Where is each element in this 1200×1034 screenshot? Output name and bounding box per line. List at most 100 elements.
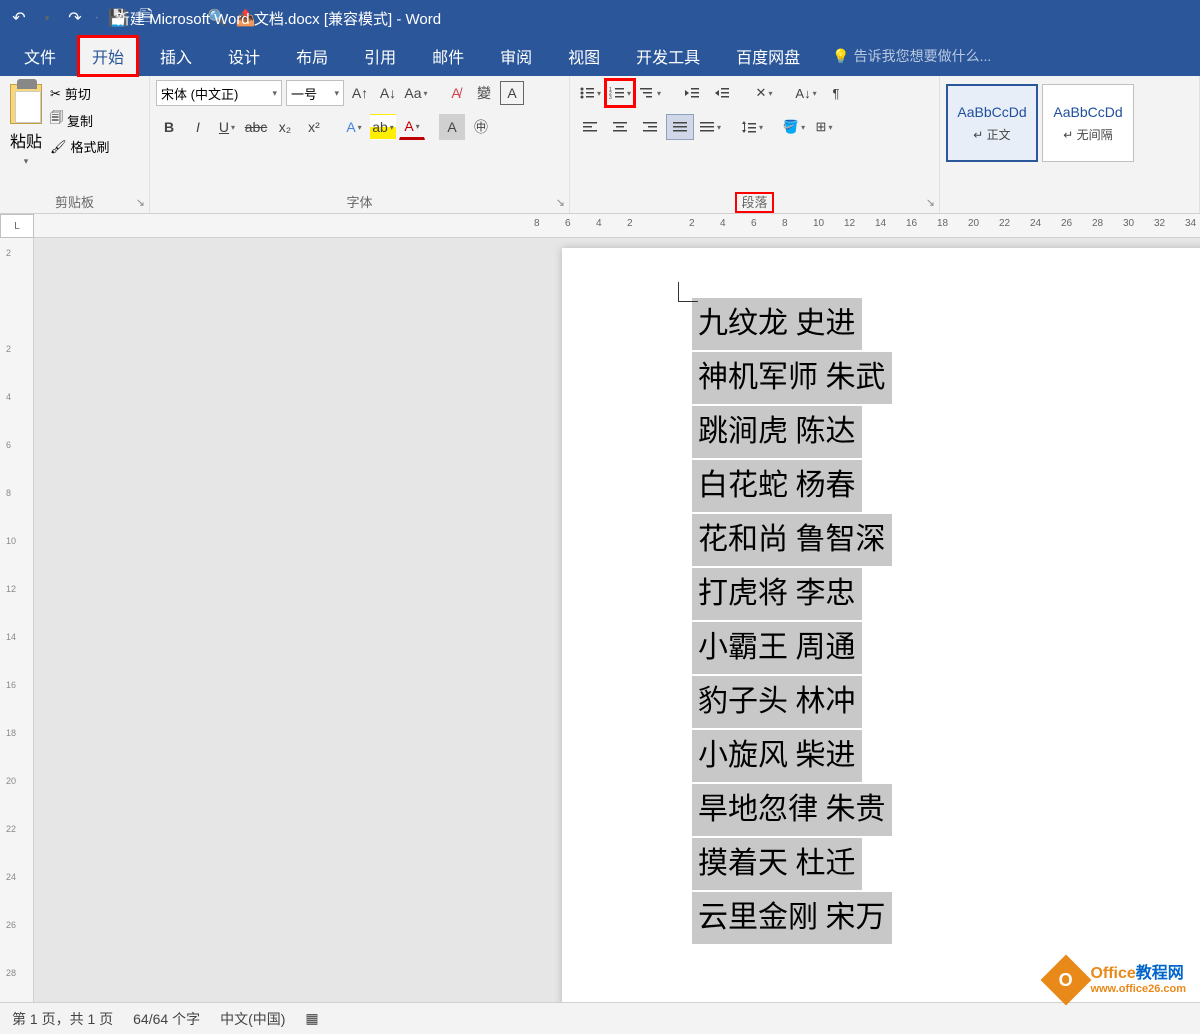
sort-button[interactable]: A↓ xyxy=(792,80,820,106)
ruler-tick: 28 xyxy=(6,968,16,978)
tab-home[interactable]: 开始 xyxy=(78,36,138,76)
document-line[interactable]: 神机军师 朱武 xyxy=(692,352,892,404)
document-line[interactable]: 小旋风 柴进 xyxy=(692,730,862,782)
document-line[interactable]: 旱地忽律 朱贵 xyxy=(692,784,892,836)
style-preview-normal: AaBbCcDd xyxy=(957,104,1026,120)
grow-font-button[interactable]: A↑ xyxy=(348,81,372,105)
style-normal[interactable]: AaBbCcDd ↵ 正文 xyxy=(946,84,1038,162)
window-title: 新建 Microsoft Word 文档.docx [兼容模式] - Word xyxy=(0,8,608,29)
group-font: 宋体 (中文正)▾ 一号▾ A↑ A↓ Aa A̸ 變 A B I U abc … xyxy=(150,76,570,213)
tab-mailings[interactable]: 邮件 xyxy=(418,36,478,76)
tab-insert[interactable]: 插入 xyxy=(146,36,206,76)
status-words[interactable]: 64/64 个字 xyxy=(133,1009,200,1029)
document-viewport[interactable]: 九纹龙 史进神机军师 朱武跳涧虎 陈达白花蛇 杨春花和尚 鲁智深打虎将 李忠小霸… xyxy=(34,238,1200,1002)
clipboard-launcher[interactable]: ↘ xyxy=(136,196,145,209)
decrease-indent-button[interactable] xyxy=(678,80,706,106)
ruler-tick: 8 xyxy=(6,488,11,498)
tab-layout[interactable]: 布局 xyxy=(282,36,342,76)
numbering-button[interactable]: 123 xyxy=(606,80,634,106)
paragraph-group-label: 段落 xyxy=(570,188,939,213)
italic-button[interactable]: I xyxy=(185,114,211,140)
document-line[interactable]: 九纹龙 史进 xyxy=(692,298,862,350)
increase-indent-button[interactable] xyxy=(708,80,736,106)
change-case-button[interactable]: Aa xyxy=(404,81,428,105)
font-name-combo[interactable]: 宋体 (中文正)▾ xyxy=(156,80,282,106)
bold-button[interactable]: B xyxy=(156,114,182,140)
tab-baidu[interactable]: 百度网盘 xyxy=(722,36,814,76)
asian-layout-button[interactable]: ✕ xyxy=(750,80,778,106)
align-right-button[interactable] xyxy=(636,114,664,140)
ruler-tick: 18 xyxy=(6,728,16,738)
strikethrough-button[interactable]: abc xyxy=(243,114,269,140)
tab-references[interactable]: 引用 xyxy=(350,36,410,76)
ruler-tick: 26 xyxy=(1061,218,1072,229)
subscript-button[interactable]: x₂ xyxy=(272,114,298,140)
ruler-tick: 4 xyxy=(720,218,726,229)
document-line[interactable]: 摸着天 杜迁 xyxy=(692,838,862,890)
font-launcher[interactable]: ↘ xyxy=(556,196,565,209)
highlight-button[interactable]: ab xyxy=(370,114,396,140)
ruler-tick: 22 xyxy=(999,218,1010,229)
character-border-button[interactable]: A xyxy=(500,81,524,105)
format-painter-button[interactable]: 🖌 格式刷 xyxy=(50,137,110,156)
paragraph-launcher[interactable]: ↘ xyxy=(926,196,935,209)
font-size-combo[interactable]: 一号▾ xyxy=(286,80,344,106)
tell-me-search[interactable]: 💡 告诉我您想要做什么... xyxy=(832,46,991,66)
tab-developer[interactable]: 开发工具 xyxy=(622,36,714,76)
cut-button[interactable]: ✂ 剪切 xyxy=(50,84,110,103)
vertical-ruler[interactable]: 2246810121416182022242628 xyxy=(0,238,34,1002)
ruler-tick: 28 xyxy=(1092,218,1103,229)
document-page[interactable]: 九纹龙 史进神机军师 朱武跳涧虎 陈达白花蛇 杨春花和尚 鲁智深打虎将 李忠小霸… xyxy=(562,248,1200,1002)
group-paragraph: 123 ✕ A↓ ¶ xyxy=(570,76,940,213)
shrink-font-button[interactable]: A↓ xyxy=(376,81,400,105)
character-shading-button[interactable]: A xyxy=(439,114,465,140)
ruler-tick: 12 xyxy=(6,584,16,594)
style-no-spacing[interactable]: AaBbCcDd ↵ 无间隔 xyxy=(1042,84,1134,162)
clear-formatting-button[interactable]: A̸ xyxy=(444,81,468,105)
document-line[interactable]: 小霸王 周通 xyxy=(692,622,862,674)
font-group-label: 字体 xyxy=(150,188,569,213)
enclose-characters-button[interactable]: ㊥ xyxy=(468,114,494,140)
tab-review[interactable]: 审阅 xyxy=(486,36,546,76)
status-page[interactable]: 第 1 页，共 1 页 xyxy=(12,1009,113,1029)
document-line[interactable]: 云里金刚 宋万 xyxy=(692,892,892,944)
underline-button[interactable]: U xyxy=(214,114,240,140)
document-line[interactable]: 打虎将 李忠 xyxy=(692,568,862,620)
text-effects-button[interactable]: A xyxy=(341,114,367,140)
clipboard-group-label: 剪贴板 xyxy=(0,188,149,213)
copy-button[interactable]: 🗐 复制 xyxy=(50,109,110,131)
ruler-tick: 6 xyxy=(6,440,11,450)
show-marks-button[interactable]: ¶ xyxy=(822,80,850,106)
font-size-value: 一号 xyxy=(291,84,317,103)
bullets-button[interactable] xyxy=(576,80,604,106)
multilevel-list-button[interactable] xyxy=(636,80,664,106)
style-name-nospacing: ↵ 无间隔 xyxy=(1063,126,1112,143)
align-center-button[interactable] xyxy=(606,114,634,140)
shading-button[interactable]: 🪣 xyxy=(780,114,808,140)
align-distributed-button[interactable] xyxy=(696,114,724,140)
line-spacing-button[interactable] xyxy=(738,114,766,140)
align-left-button[interactable] xyxy=(576,114,604,140)
status-language[interactable]: 中文(中国) xyxy=(220,1009,285,1029)
ruler-tick: 16 xyxy=(906,218,917,229)
tab-design[interactable]: 设计 xyxy=(214,36,274,76)
phonetic-guide-button[interactable]: 變 xyxy=(472,81,496,105)
horizontal-ruler[interactable]: 8642246810121416182022242628303234 xyxy=(34,214,1200,238)
ribbon: 粘贴 ▾ ✂ 剪切 🗐 复制 🖌 格式刷 剪贴板 ↘ 宋体 (中文正)▾ 一号▾… xyxy=(0,76,1200,214)
ruler-tick: 26 xyxy=(6,920,16,930)
ruler-tick: 6 xyxy=(751,218,757,229)
font-color-button[interactable]: A xyxy=(399,114,425,140)
document-line[interactable]: 花和尚 鲁智深 xyxy=(692,514,892,566)
align-justify-button[interactable] xyxy=(666,114,694,140)
document-line[interactable]: 白花蛇 杨春 xyxy=(692,460,862,512)
tab-file[interactable]: 文件 xyxy=(10,36,70,76)
ruler-corner[interactable]: L xyxy=(0,214,34,238)
tab-view[interactable]: 视图 xyxy=(554,36,614,76)
borders-button[interactable]: ⊞ xyxy=(810,114,838,140)
document-line[interactable]: 跳涧虎 陈达 xyxy=(692,406,862,458)
document-line[interactable]: 豹子头 林冲 xyxy=(692,676,862,728)
ruler-tick: 24 xyxy=(1030,218,1041,229)
superscript-button[interactable]: x² xyxy=(301,114,327,140)
status-macro-icon[interactable]: ▦ xyxy=(305,1010,318,1027)
paste-button[interactable]: 粘贴 ▾ xyxy=(6,80,46,171)
